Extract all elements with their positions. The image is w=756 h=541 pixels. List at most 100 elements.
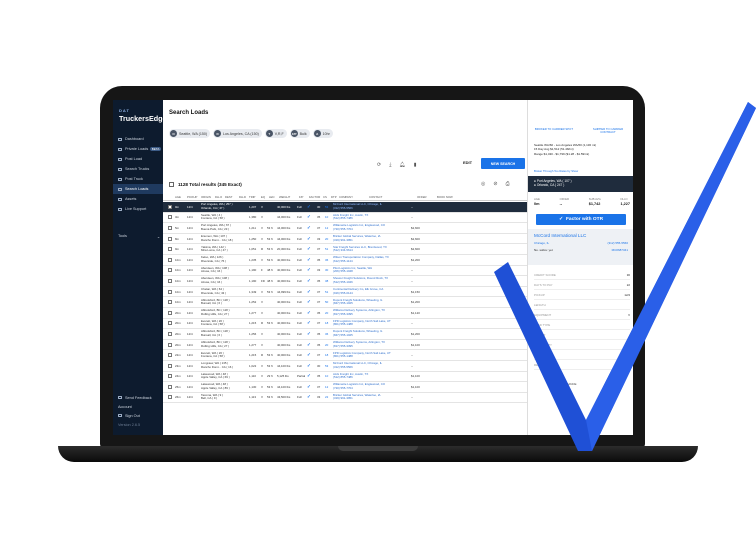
cell-company[interactable]: Star Freight Services LLC, Brentwood, TX… (332, 246, 410, 253)
cell-company[interactable]: Williams Delivery Systems, Arlington, TX… (332, 309, 410, 316)
row-checkbox[interactable] (168, 215, 172, 220)
download-icon[interactable]: ⤓ (389, 162, 391, 168)
sidebar-tools[interactable]: Tools ⌄ (118, 234, 160, 239)
company-phone-link[interactable]: (512) 855-7486 (333, 376, 410, 380)
print-icon[interactable]: ⎙ (506, 181, 510, 187)
cell-company[interactable]: Bricker Global Services, Waterloo, IA (31… (332, 394, 410, 401)
company-phone-link[interactable]: (817) 555-3395 (333, 312, 410, 317)
column-header-cs[interactable]: CS (322, 195, 330, 199)
sidebar-item-search-trucks[interactable]: Search Trucks (113, 164, 163, 174)
company-phone-link[interactable]: (319) 991-3951 (333, 238, 410, 243)
criteria-chip[interactable]: F/P Bulk (289, 129, 310, 138)
table-row[interactable]: 10m 12/4 Aberdeen, WA ( 108 ) Azusa, CA ( 1… (163, 266, 527, 277)
company-mc[interactable]: MC#687341 (612, 248, 628, 252)
company-phone-link[interactable]: (720) 555-7704 (333, 227, 410, 232)
factor-with-otr-button[interactable]: ✓ Factor with OTR (536, 214, 626, 225)
account-menu[interactable]: Account (113, 402, 163, 411)
column-header-book-now[interactable]: BOOK NOW (436, 195, 458, 199)
row-checkbox[interactable] (168, 236, 172, 241)
table-row[interactable]: 26m 12/4 Tacoma, WA ( 9 ) Bell, CA ( 9 ) 1,1… (163, 393, 527, 404)
column-header-len[interactable]: LEN (268, 195, 278, 199)
column-header-dh-o[interactable]: DH-O (214, 195, 224, 199)
row-checkbox[interactable] (168, 204, 172, 209)
send-feedback-link[interactable]: Send Feedback (113, 393, 163, 402)
company-phone-link[interactable]: (847) 555-1025 (333, 333, 410, 338)
column-header-dh-d[interactable]: DH-D (238, 195, 248, 199)
cell-company[interactable]: Shower Freight Solutions, Round Rock, TX… (332, 277, 410, 284)
column-header-dtp[interactable]: DTP (330, 195, 338, 199)
rate-note[interactable]: Broker Through Too Rates by Show (534, 169, 578, 173)
hide-icon[interactable]: ◎ (481, 181, 485, 187)
company-phone-link[interactable]: (512) 334-5614 (333, 249, 410, 253)
sidebar-item-search-loads[interactable]: Search Loads (113, 184, 163, 194)
bookmark-icon[interactable]: ▮ (414, 162, 417, 168)
cell-company[interactable]: FPD Logistics Company, North Salt Lake, … (332, 320, 410, 327)
company-phone-link[interactable]: (916) 555-0144 (333, 291, 410, 296)
column-header-company[interactable]: COMPANY (338, 195, 368, 199)
row-checkbox[interactable] (168, 363, 172, 368)
row-checkbox[interactable] (168, 247, 172, 252)
sidebar-item-post-load[interactable]: Post Load (113, 154, 163, 164)
row-checkbox[interactable] (168, 395, 172, 400)
logo-truckersedge[interactable]: TruckersEdge (119, 114, 167, 123)
cell-company[interactable]: Willamette Logistics Inc, Englewood, CO(… (332, 383, 410, 390)
table-row[interactable]: 3m 12/4 Seattle, WA ( 4 ) Fontana, CA ( 58 … (163, 213, 527, 224)
column-header-offer[interactable]: OFFER (416, 195, 436, 199)
cell-company[interactable]: McCord International LLC, Chicago, IL (31… (332, 203, 410, 210)
dat-assurance[interactable]: ◉ DAT ASSURANCE (548, 382, 577, 386)
row-checkbox[interactable] (168, 268, 172, 273)
criteria-chip[interactable]: O Seattle, WA (150) (169, 129, 211, 138)
row-checkbox[interactable] (168, 374, 172, 379)
cell-company[interactable]: Pilot Logistics Inc, Seattle, WA (206) 55… (332, 267, 410, 274)
column-header-f-p[interactable]: F/P (298, 195, 308, 199)
company-phone-link[interactable]: (312) 555-5566 (333, 365, 410, 370)
criteria-chip[interactable]: A 10hr (312, 129, 333, 138)
company-phone-link[interactable]: (319) 991-3951 (333, 397, 410, 401)
cell-company[interactable]: AAG Freight Inc, Austin, TX (512) 855-748… (332, 373, 410, 380)
company-phone[interactable]: (312) 555-5566 (607, 241, 628, 245)
company-phone-link[interactable]: (206) 555-1048 (333, 270, 410, 274)
cell-company[interactable]: FPD Logistics Company, North Salt Lake, … (332, 352, 410, 359)
table-row[interactable]: 22m 12/4 Everett, WA ( 26 ) Fontana, CA ( 5… (163, 350, 527, 361)
row-checkbox[interactable] (168, 278, 172, 283)
sign-out-link[interactable]: Sign Out (113, 411, 163, 420)
cell-company[interactable]: McCord International LLC, Chicago, IL (31… (332, 362, 410, 369)
company-phone-link[interactable]: (817) 555-3395 (333, 344, 410, 349)
refresh-icon[interactable]: ⟳ (377, 162, 381, 168)
criteria-chip[interactable]: D Los Angeles, CA (150) (213, 129, 262, 138)
cell-company[interactable]: Williams Delivery Systems, Arlington, TX… (332, 341, 410, 348)
company-name[interactable]: McCord International LLC (534, 233, 628, 238)
company-phone-link[interactable]: (612) 555-1144 (333, 259, 410, 264)
table-row[interactable]: 25m 12/4 Lakewood, WA ( 48 ) Apple Valley, … (163, 382, 527, 393)
row-checkbox[interactable] (168, 310, 172, 315)
table-row[interactable]: 0m 12/4 Port Angeles, WA ( 257 ) Orlando, C… (163, 202, 527, 213)
broker-spot-link[interactable]: BROKER TO CARRIER SPOT (534, 127, 574, 135)
sidebar-item-live-support[interactable]: Live Support (113, 204, 163, 214)
row-checkbox[interactable] (168, 321, 172, 326)
row-checkbox[interactable] (168, 384, 172, 389)
row-checkbox[interactable] (168, 289, 172, 294)
row-checkbox[interactable] (168, 353, 172, 358)
table-row[interactable]: 10m 12/4 Aberdeen, WA ( 108 ) Azusa, CA ( 1… (163, 276, 527, 287)
cell-company[interactable]: Dupont Freight Solutions, Wheeling, IL (8… (332, 299, 410, 306)
table-row[interactable]: 20m 12/4 Everett, WA ( 26 ) Fontana, CA ( 5… (163, 319, 527, 330)
row-checkbox[interactable] (168, 342, 172, 347)
column-header-age[interactable]: AGE (174, 195, 186, 199)
column-header-weight[interactable]: WEIGHT (278, 195, 298, 199)
table-row[interactable]: 5m 12/4 Port Angeles, WA ( 67 ) Buena Park,… (163, 223, 527, 234)
column-header-contact[interactable]: CONTACT (368, 195, 416, 199)
cell-company[interactable]: AAG Freight Inc, Austin, TX (512) 855-748… (332, 214, 410, 221)
sidebar-item-dashboard[interactable]: Dashboard (113, 134, 163, 144)
row-checkbox[interactable] (168, 257, 172, 262)
column-header-dest[interactable]: DEST (224, 195, 238, 199)
company-phone-link[interactable]: (801) 555-1488 (333, 323, 410, 327)
row-checkbox[interactable] (168, 300, 172, 305)
select-all-checkbox[interactable] (169, 182, 174, 187)
column-header-factor[interactable]: FACTOR (308, 195, 322, 199)
table-row[interactable]: 10m 12/4 Chelan, WA ( 64 ) Riverside, CA ( … (163, 287, 527, 298)
cell-company[interactable]: Bricker Global Services, Waterloo, IA (31… (332, 235, 410, 242)
table-row[interactable]: 8m 12/4 Enumen, WA ( 107 ) Rancho Domi... C… (163, 234, 527, 245)
table-row[interactable]: 9m 12/4 Yakima, WA ( 142 ) Mira Loma, CA ( … (163, 244, 527, 255)
table-row[interactable]: 10m 12/4 Abbotsford, BC ( 118 ) Bunsall, CA… (163, 297, 527, 308)
cell-company[interactable]: Dupont Freight Solutions, Wheeling, IL (8… (332, 330, 410, 337)
